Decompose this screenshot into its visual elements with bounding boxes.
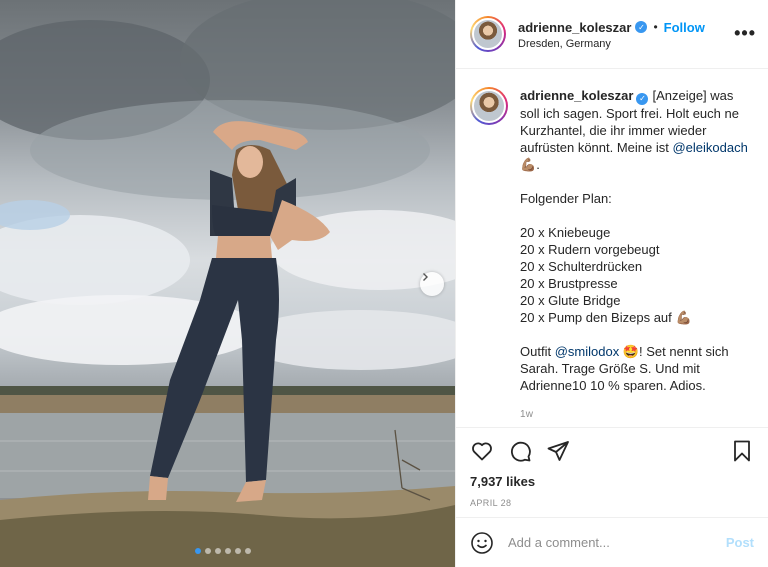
plan-item-text: 20 x Rudern vorgebeugt: [520, 241, 660, 257]
star-struck-emoji: 🤩: [622, 343, 640, 359]
bookmark-icon[interactable]: [730, 439, 754, 463]
plan-item: 20 x Kniebeuge: [520, 224, 754, 241]
follow-button[interactable]: Follow: [664, 20, 705, 35]
flexed-biceps-emoji: 💪🏽: [520, 156, 537, 172]
caption-username[interactable]: adrienne_koleszar: [520, 88, 633, 103]
header-separator: •: [653, 20, 658, 34]
carousel-dot: [195, 548, 201, 554]
carousel-indicator: [195, 548, 251, 554]
caption-area: adrienne_koleszar ✓ [Anzeige] was soll ich…: [456, 69, 768, 429]
emoji-smile-icon[interactable]: [470, 531, 494, 555]
plan-item: 20 x Pump den Bizeps auf 💪🏽: [520, 309, 754, 326]
location-link[interactable]: Dresden, Germany: [518, 38, 705, 50]
header-text: adrienne_koleszar ✓ • Follow Dresden, Ge…: [518, 18, 705, 51]
time-ago[interactable]: 1w: [520, 406, 754, 423]
post-button[interactable]: Post: [726, 535, 754, 550]
plan-title: Folgender Plan:: [520, 190, 612, 206]
likes-count[interactable]: 7,937 likes: [470, 474, 754, 489]
action-row: [470, 438, 754, 464]
mention-link[interactable]: @smilodox: [555, 344, 620, 359]
verified-badge-icon: ✓: [636, 92, 649, 105]
share-icon[interactable]: [546, 439, 570, 463]
caption-intro: adrienne_koleszar ✓ [Anzeige] was soll ich…: [520, 87, 754, 173]
header-username[interactable]: adrienne_koleszar: [518, 20, 631, 35]
carousel-dot: [205, 548, 211, 554]
plan-item-text: 20 x Schulterdrücken: [520, 258, 643, 274]
plan-item: 20 x Rudern vorgebeugt: [520, 241, 754, 258]
heart-icon[interactable]: [470, 439, 494, 463]
plan-item-text: 20 x Pump den Bizeps auf: [520, 309, 672, 325]
plan-list: 20 x Kniebeuge 20 x Rudern vorgebeugt 20 x…: [520, 224, 754, 326]
actions-section: 7,937 likes APRIL 28: [456, 427, 768, 517]
plan-item: 20 x Glute Bridge: [520, 292, 754, 309]
plan-item-text: 20 x Brustpresse: [520, 275, 618, 291]
carousel-dot: [245, 548, 251, 554]
flexed-biceps-emoji: 💪🏽: [675, 309, 692, 325]
more-options-icon[interactable]: •••: [734, 24, 756, 42]
caption-period: .: [536, 156, 540, 172]
carousel-dot: [235, 548, 241, 554]
post-photo[interactable]: [0, 0, 455, 567]
photo-scene: [0, 0, 455, 567]
caption-body: adrienne_koleszar ✓ [Anzeige] was soll ich…: [520, 87, 754, 429]
post-date[interactable]: APRIL 28: [470, 498, 754, 508]
comment-icon[interactable]: [508, 439, 532, 463]
carousel-dot: [215, 548, 221, 554]
verified-badge-icon: ✓: [635, 21, 648, 33]
carousel-dot: [225, 548, 231, 554]
plan-item: 20 x Brustpresse: [520, 275, 754, 292]
outfit-prefix: Outfit: [520, 343, 552, 359]
caption-avatar[interactable]: [470, 87, 508, 125]
carousel-next-button[interactable]: [420, 272, 444, 296]
avatar[interactable]: [470, 16, 506, 52]
post-panel: adrienne_koleszar ✓ • Follow Dresden, Ge…: [455, 0, 768, 567]
plan-item-text: 20 x Kniebeuge: [520, 224, 611, 240]
chevron-right-icon: [423, 273, 428, 281]
mention-link[interactable]: @eleikodach: [672, 140, 747, 155]
caption-outfit: Outfit @smilodox 🤩! Set nennt sich Sarah…: [520, 343, 754, 394]
plan-item: 20 x Schulterdrücken: [520, 258, 754, 275]
plan-item-text: 20 x Glute Bridge: [520, 292, 621, 308]
comment-input[interactable]: [508, 535, 718, 550]
comment-row: Post: [456, 517, 768, 567]
post-header: adrienne_koleszar ✓ • Follow Dresden, Ge…: [456, 0, 768, 69]
